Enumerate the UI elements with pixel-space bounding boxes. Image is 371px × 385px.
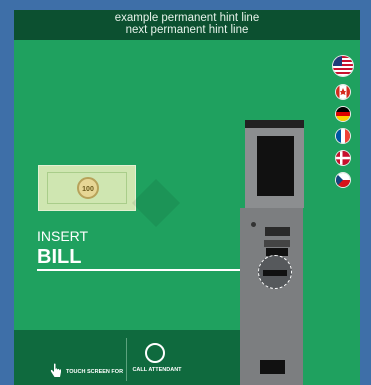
touch-screen-label[interactable]: TOUCH SCREEN FOR	[66, 369, 123, 375]
hint-line-1: example permanent hint line	[114, 12, 260, 24]
card-slot	[265, 227, 290, 236]
footer-divider	[126, 338, 127, 381]
kiosk-display	[257, 136, 294, 196]
france-flag-icon[interactable]	[336, 129, 350, 143]
germany-flag-icon[interactable]	[336, 107, 350, 121]
bill-acceptor-slot	[258, 255, 292, 289]
hint-bar: example permanent hint line next permane…	[14, 10, 360, 40]
call-attendant-label[interactable]: CALL ATTENDANT	[132, 367, 182, 374]
bill-denomination: 100	[77, 177, 99, 199]
kiosk-screen-area: example permanent hint line next permane…	[14, 10, 360, 385]
instruction-pointer-line	[37, 269, 255, 271]
us-flag-icon[interactable]	[333, 56, 353, 76]
kiosk-top-cap	[245, 120, 304, 128]
bill-shadow	[131, 178, 181, 228]
attendant-icon[interactable]	[145, 343, 165, 363]
bill-illustration: 100	[38, 165, 181, 228]
kiosk-sensor	[251, 222, 256, 227]
kiosk-frame: example permanent hint line next permane…	[0, 0, 371, 385]
canada-flag-icon[interactable]	[336, 85, 350, 99]
instruction-item: BILL	[37, 246, 82, 268]
bill-acceptor-lip	[263, 270, 287, 276]
czech-flag-icon[interactable]	[336, 173, 350, 187]
dispenser-slot	[260, 360, 285, 374]
denmark-flag-icon[interactable]	[336, 151, 350, 165]
instruction-action: INSERT	[37, 228, 89, 244]
touch-hand-icon	[50, 363, 61, 377]
language-selector	[332, 56, 354, 195]
hint-line-2: next permanent hint line	[125, 24, 249, 36]
keypad-slot	[264, 240, 290, 247]
